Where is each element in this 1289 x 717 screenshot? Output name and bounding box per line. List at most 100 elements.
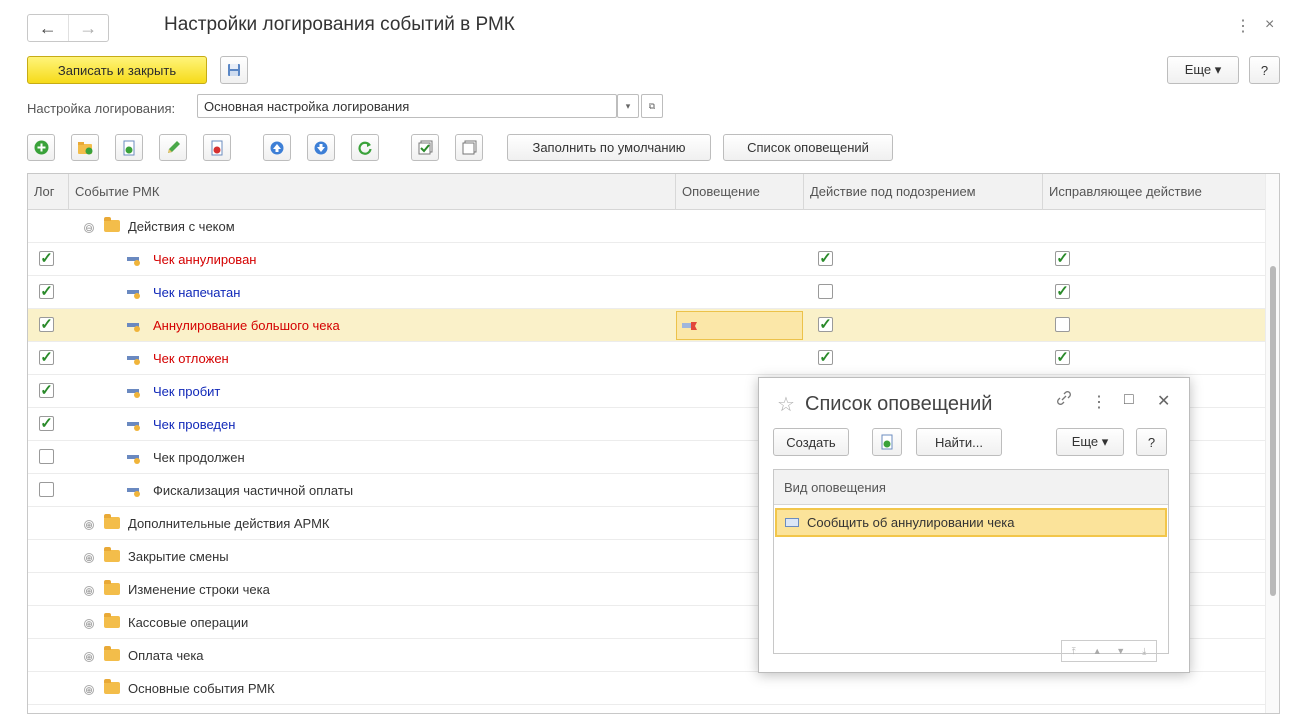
event-icon (127, 455, 140, 464)
setting-input[interactable]: Основная настройка логирования (197, 94, 617, 118)
group-label: Кассовые операции (128, 615, 249, 630)
list-item[interactable]: Сообщить об аннулировании чека (775, 508, 1167, 537)
collapse-icon[interactable]: ⊖ (84, 223, 94, 233)
suspect-checkbox[interactable]: ✓ (818, 251, 833, 266)
dialog-more-icon[interactable]: ⋮ (1091, 392, 1107, 412)
delete-mark-icon[interactable] (203, 134, 231, 161)
back-arrow-icon[interactable]: ← (28, 15, 68, 41)
table-row[interactable]: ✓ Аннулирование большого чека ✓ (28, 309, 1266, 342)
find-button[interactable]: Найти... (916, 428, 1002, 456)
group-row[interactable]: ⊕ Основные события РМК (28, 672, 1266, 705)
column-header-log[interactable]: Лог (28, 174, 68, 210)
prev-page-icon[interactable]: ▲ (1086, 641, 1110, 661)
group-label: Оплата чека (128, 648, 204, 663)
log-checkbox[interactable]: ✓ (39, 284, 54, 299)
open-icon[interactable]: ⧉ (641, 94, 663, 118)
expand-icon[interactable]: ⊕ (84, 652, 94, 662)
copy-icon[interactable] (872, 428, 902, 456)
add-icon[interactable] (27, 134, 55, 161)
next-page-icon[interactable]: ▼ (1109, 641, 1133, 661)
window-close-icon[interactable]: × (1265, 16, 1274, 34)
event-icon (127, 290, 140, 299)
uncheck-all-icon[interactable] (455, 134, 483, 161)
expand-icon[interactable]: ⊕ (84, 586, 94, 596)
folder-icon (104, 646, 120, 661)
forward-arrow-icon[interactable]: → (67, 15, 109, 41)
event-label: Чек отложен (153, 351, 229, 366)
folder-icon (104, 217, 120, 232)
column-header-fix[interactable]: Исправляющее действие (1042, 174, 1266, 210)
list-item-label: Сообщить об аннулировании чека (807, 515, 1015, 530)
suspect-checkbox[interactable]: ✓ (818, 317, 833, 332)
table-row[interactable]: ✓ Чек напечатан ✓ (28, 276, 1266, 309)
notification-list: Вид оповещения Сообщить об аннулировании… (773, 469, 1169, 662)
folder-icon (104, 613, 120, 628)
column-header-suspect[interactable]: Действие под подозрением (803, 174, 1042, 210)
event-icon (127, 488, 140, 497)
event-label: Чек аннулирован (153, 252, 257, 267)
event-label: Чек пробит (153, 384, 221, 399)
save-and-close-button[interactable]: Записать и закрыть (27, 56, 207, 84)
expand-icon[interactable]: ⊕ (84, 619, 94, 629)
log-checkbox[interactable]: ✓ (39, 317, 54, 332)
table-row[interactable]: ✓ Чек отложен ✓ ✓ (28, 342, 1266, 375)
create-button[interactable]: Создать (773, 428, 849, 456)
refresh-icon[interactable] (351, 134, 379, 161)
help-button[interactable]: ? (1249, 56, 1280, 84)
scrollbar-thumb[interactable] (1270, 266, 1276, 596)
fix-checkbox[interactable] (1055, 317, 1070, 332)
list-pager: ⤒ ▲ ▼ ⤓ (1061, 640, 1157, 662)
copy-icon[interactable] (115, 134, 143, 161)
expand-icon[interactable]: ⊕ (84, 685, 94, 695)
log-checkbox[interactable]: ✓ (39, 416, 54, 431)
fill-default-button[interactable]: Заполнить по умолчанию (507, 134, 711, 161)
event-icon (127, 422, 140, 431)
event-icon (127, 323, 140, 332)
fix-checkbox[interactable]: ✓ (1055, 350, 1070, 365)
nav-buttons: ← → (27, 14, 109, 42)
star-icon[interactable]: ☆ (777, 392, 795, 417)
dialog-help-button[interactable]: ? (1136, 428, 1167, 456)
column-header-notification-type[interactable]: Вид оповещения (774, 470, 1168, 505)
log-checkbox[interactable]: ✓ (39, 350, 54, 365)
expand-icon[interactable]: ⊕ (84, 520, 94, 530)
suspect-checkbox[interactable]: ✓ (818, 350, 833, 365)
move-up-icon[interactable] (263, 134, 291, 161)
dialog-close-icon[interactable]: ✕ (1157, 391, 1170, 411)
event-icon (127, 257, 140, 266)
alert-icon (682, 322, 697, 330)
log-checkbox[interactable] (39, 482, 54, 497)
last-page-icon[interactable]: ⤓ (1133, 641, 1157, 661)
link-icon[interactable] (1056, 390, 1072, 410)
move-down-icon[interactable] (307, 134, 335, 161)
more-button[interactable]: Еще ▾ (1167, 56, 1239, 84)
folder-icon (104, 580, 120, 595)
maximize-icon[interactable]: □ (1124, 391, 1134, 409)
first-page-icon[interactable]: ⤒ (1062, 641, 1086, 661)
check-all-icon[interactable] (411, 134, 439, 161)
save-icon[interactable] (220, 56, 248, 84)
notification-list-button[interactable]: Список оповещений (723, 134, 893, 161)
log-checkbox[interactable]: ✓ (39, 251, 54, 266)
table-row[interactable]: ✓ Чек аннулирован ✓ ✓ (28, 243, 1266, 276)
fix-checkbox[interactable]: ✓ (1055, 284, 1070, 299)
log-checkbox[interactable] (39, 449, 54, 464)
log-checkbox[interactable]: ✓ (39, 383, 54, 398)
column-header-event[interactable]: Событие РМК (68, 174, 675, 210)
group-row[interactable]: ⊖ Действия с чеком (28, 210, 1266, 243)
alert-cell[interactable] (676, 311, 803, 340)
column-header-alert[interactable]: Оповещение (675, 174, 803, 210)
edit-pencil-icon[interactable] (159, 134, 187, 161)
fix-checkbox[interactable]: ✓ (1055, 251, 1070, 266)
event-label: Фискализация частичной оплаты (153, 483, 354, 498)
add-folder-icon[interactable] (71, 134, 99, 161)
chevron-down-icon[interactable]: ▾ (617, 94, 639, 118)
suspect-checkbox[interactable] (818, 284, 833, 299)
dialog-more-button[interactable]: Еще ▾ (1056, 428, 1124, 456)
scrollbar[interactable] (1265, 174, 1279, 713)
dialog-title: Список оповещений (805, 393, 993, 415)
window-more-icon[interactable]: ⋮ (1235, 16, 1251, 36)
expand-icon[interactable]: ⊕ (84, 553, 94, 563)
event-label: Чек продолжен (153, 450, 245, 465)
group-label: Изменение строки чека (128, 582, 270, 597)
